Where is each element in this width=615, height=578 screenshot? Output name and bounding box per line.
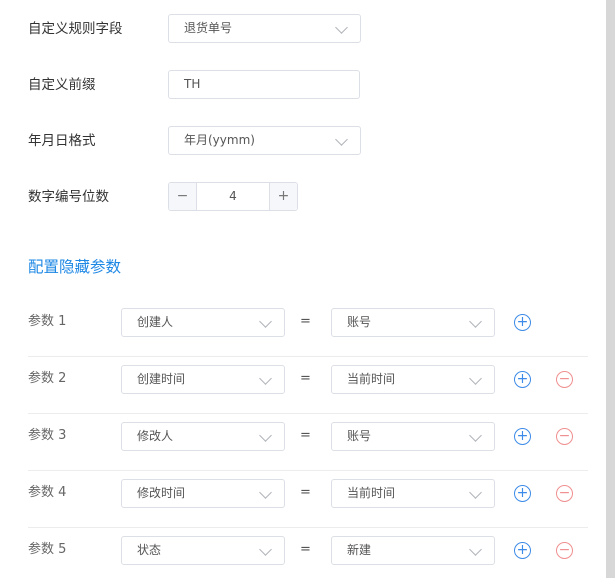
param-field-select[interactable]: 状态 [121,536,285,565]
chevron-down-icon [335,21,348,34]
decrement-button[interactable]: − [169,183,197,210]
param-value-value: 新建 [347,543,372,557]
param-label: 参数 1 [28,314,67,329]
chevron-down-icon [469,543,482,556]
chevron-down-icon [335,133,348,146]
equals-sign: = [300,314,311,329]
param-field-select[interactable]: 创建人 [121,308,285,337]
chevron-down-icon [469,372,482,385]
param-field-value: 修改时间 [137,486,186,500]
param-value-value: 账号 [347,315,372,329]
param-label: 参数 2 [28,371,67,386]
param-row: 参数 4 修改时间 = 当前时间 + − [28,471,588,528]
equals-sign: = [300,428,311,443]
prefix-value: TH [184,77,201,91]
param-row: 参数 5 状态 = 新建 + − [28,528,588,578]
param-field-select[interactable]: 创建时间 [121,365,285,394]
digits-row: 数字编号位数 − 4 + [28,182,308,212]
param-row: 参数 1 创建人 = 账号 + [28,300,588,357]
increment-button[interactable]: + [269,183,297,210]
chevron-down-icon [259,429,272,442]
equals-sign: = [300,371,311,386]
scrollbar-track[interactable] [606,0,615,578]
rule-field-row: 自定义规则字段 退货单号 [28,14,368,44]
chevron-down-icon [469,486,482,499]
prefix-input[interactable]: TH [168,70,360,99]
param-value-select[interactable]: 新建 [331,536,495,565]
date-format-row: 年月日格式 年月(yymm) [28,126,368,156]
param-field-select[interactable]: 修改时间 [121,479,285,508]
equals-sign: = [300,542,311,557]
param-value-select[interactable]: 账号 [331,422,495,451]
remove-param-button[interactable]: − [556,542,573,559]
prefix-row: 自定义前缀 TH [28,70,368,100]
add-param-button[interactable]: + [514,314,531,331]
prefix-label: 自定义前缀 [28,77,96,93]
param-row: 参数 2 创建时间 = 当前时间 + − [28,357,588,414]
add-param-button[interactable]: + [514,485,531,502]
hidden-params-title: 配置隐藏参数 [28,258,122,276]
param-label: 参数 4 [28,485,67,500]
date-format-select[interactable]: 年月(yymm) [168,126,361,155]
chevron-down-icon [259,315,272,328]
chevron-down-icon [259,486,272,499]
param-label: 参数 3 [28,428,67,443]
remove-param-button[interactable]: − [556,371,573,388]
rule-field-value: 退货单号 [184,21,233,35]
param-field-select[interactable]: 修改人 [121,422,285,451]
chevron-down-icon [469,315,482,328]
rule-field-label: 自定义规则字段 [28,21,123,37]
param-value-select[interactable]: 当前时间 [331,479,495,508]
remove-param-button[interactable]: − [556,428,573,445]
param-value-value: 当前时间 [347,486,396,500]
param-field-value: 修改人 [137,429,174,443]
param-value-select[interactable]: 当前时间 [331,365,495,394]
param-field-value: 创建时间 [137,372,186,386]
add-param-button[interactable]: + [514,542,531,559]
digits-stepper[interactable]: − 4 + [168,182,298,211]
chevron-down-icon [259,543,272,556]
equals-sign: = [300,485,311,500]
rule-field-select[interactable]: 退货单号 [168,14,361,43]
add-param-button[interactable]: + [514,428,531,445]
digits-value[interactable]: 4 [197,183,269,210]
remove-param-button[interactable]: − [556,485,573,502]
param-row: 参数 3 修改人 = 账号 + − [28,414,588,471]
add-param-button[interactable]: + [514,371,531,388]
param-field-value: 创建人 [137,315,174,329]
param-value-select[interactable]: 账号 [331,308,495,337]
chevron-down-icon [259,372,272,385]
param-field-value: 状态 [137,543,162,557]
chevron-down-icon [469,429,482,442]
digits-label: 数字编号位数 [28,189,109,205]
param-label: 参数 5 [28,542,67,557]
date-format-value: 年月(yymm) [184,133,255,147]
param-value-value: 账号 [347,429,372,443]
date-format-label: 年月日格式 [28,133,96,149]
param-value-value: 当前时间 [347,372,396,386]
